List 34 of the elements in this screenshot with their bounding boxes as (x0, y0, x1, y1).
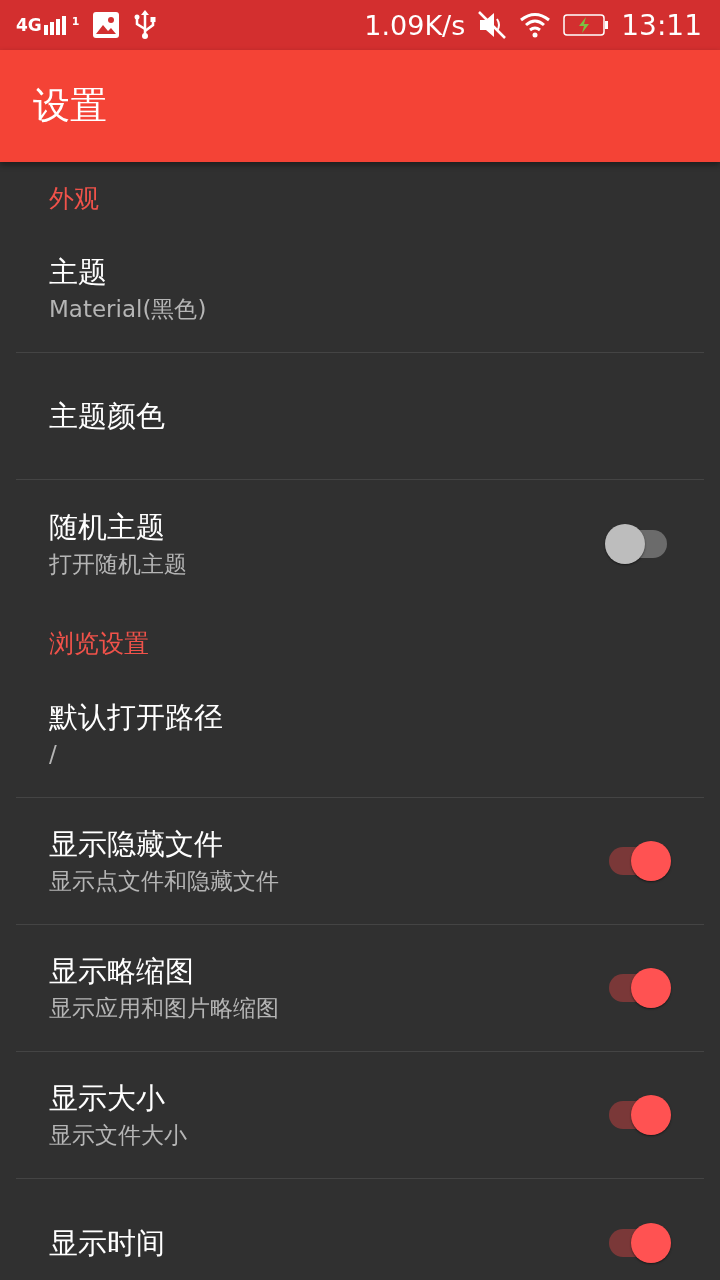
network-speed: 1.09K/s (364, 9, 466, 41)
setting-title: 主题颜色 (49, 398, 166, 435)
wifi-icon (519, 12, 552, 38)
section-header: 浏览设置 (49, 628, 150, 660)
screen-title: 设置 (33, 83, 107, 129)
settings-item[interactable]: 随机主题 打开随机主题 (16, 480, 704, 607)
settings-item[interactable]: 默认打开路径 / (16, 671, 704, 798)
setting-summary: / (49, 740, 58, 769)
setting-summary: 显示文件大小 (49, 1121, 188, 1150)
image-icon (93, 12, 120, 38)
setting-title: 主题 (49, 254, 108, 291)
settings-item[interactable]: 显示大小 显示文件大小 (16, 1052, 704, 1179)
clock: 13:11 (621, 8, 702, 42)
setting-summary: Material(黑色) (49, 295, 208, 324)
usb-icon (133, 10, 158, 40)
network-type: 4G (16, 15, 42, 35)
settings-item[interactable]: 主题颜色 (16, 353, 704, 480)
setting-title: 显示时间 (49, 1224, 166, 1262)
setting-title: 默认打开路径 (49, 699, 224, 736)
setting-title: 显示大小 (49, 1080, 166, 1117)
battery-icon (563, 14, 610, 36)
setting-summary: 打开随机主题 (49, 549, 188, 579)
settings-item[interactable]: 主题 Material(黑色) (16, 226, 704, 353)
section-header: 外观 (49, 183, 100, 215)
setting-summary: 显示点文件和隐藏文件 (49, 867, 280, 896)
setting-title: 显示隐藏文件 (49, 826, 224, 863)
settings-item[interactable]: 显示时间 (16, 1179, 704, 1280)
settings-item[interactable]: 显示隐藏文件 显示点文件和隐藏文件 (16, 798, 704, 925)
setting-summary: 显示应用和图片略缩图 (49, 994, 280, 1023)
sim-slot: 1 (71, 15, 80, 28)
setting-title: 随机主题 (49, 508, 166, 546)
mute-icon (477, 10, 508, 40)
settings-item[interactable]: 显示略缩图 显示应用和图片略缩图 (16, 925, 704, 1052)
setting-title: 显示略缩图 (49, 953, 195, 990)
